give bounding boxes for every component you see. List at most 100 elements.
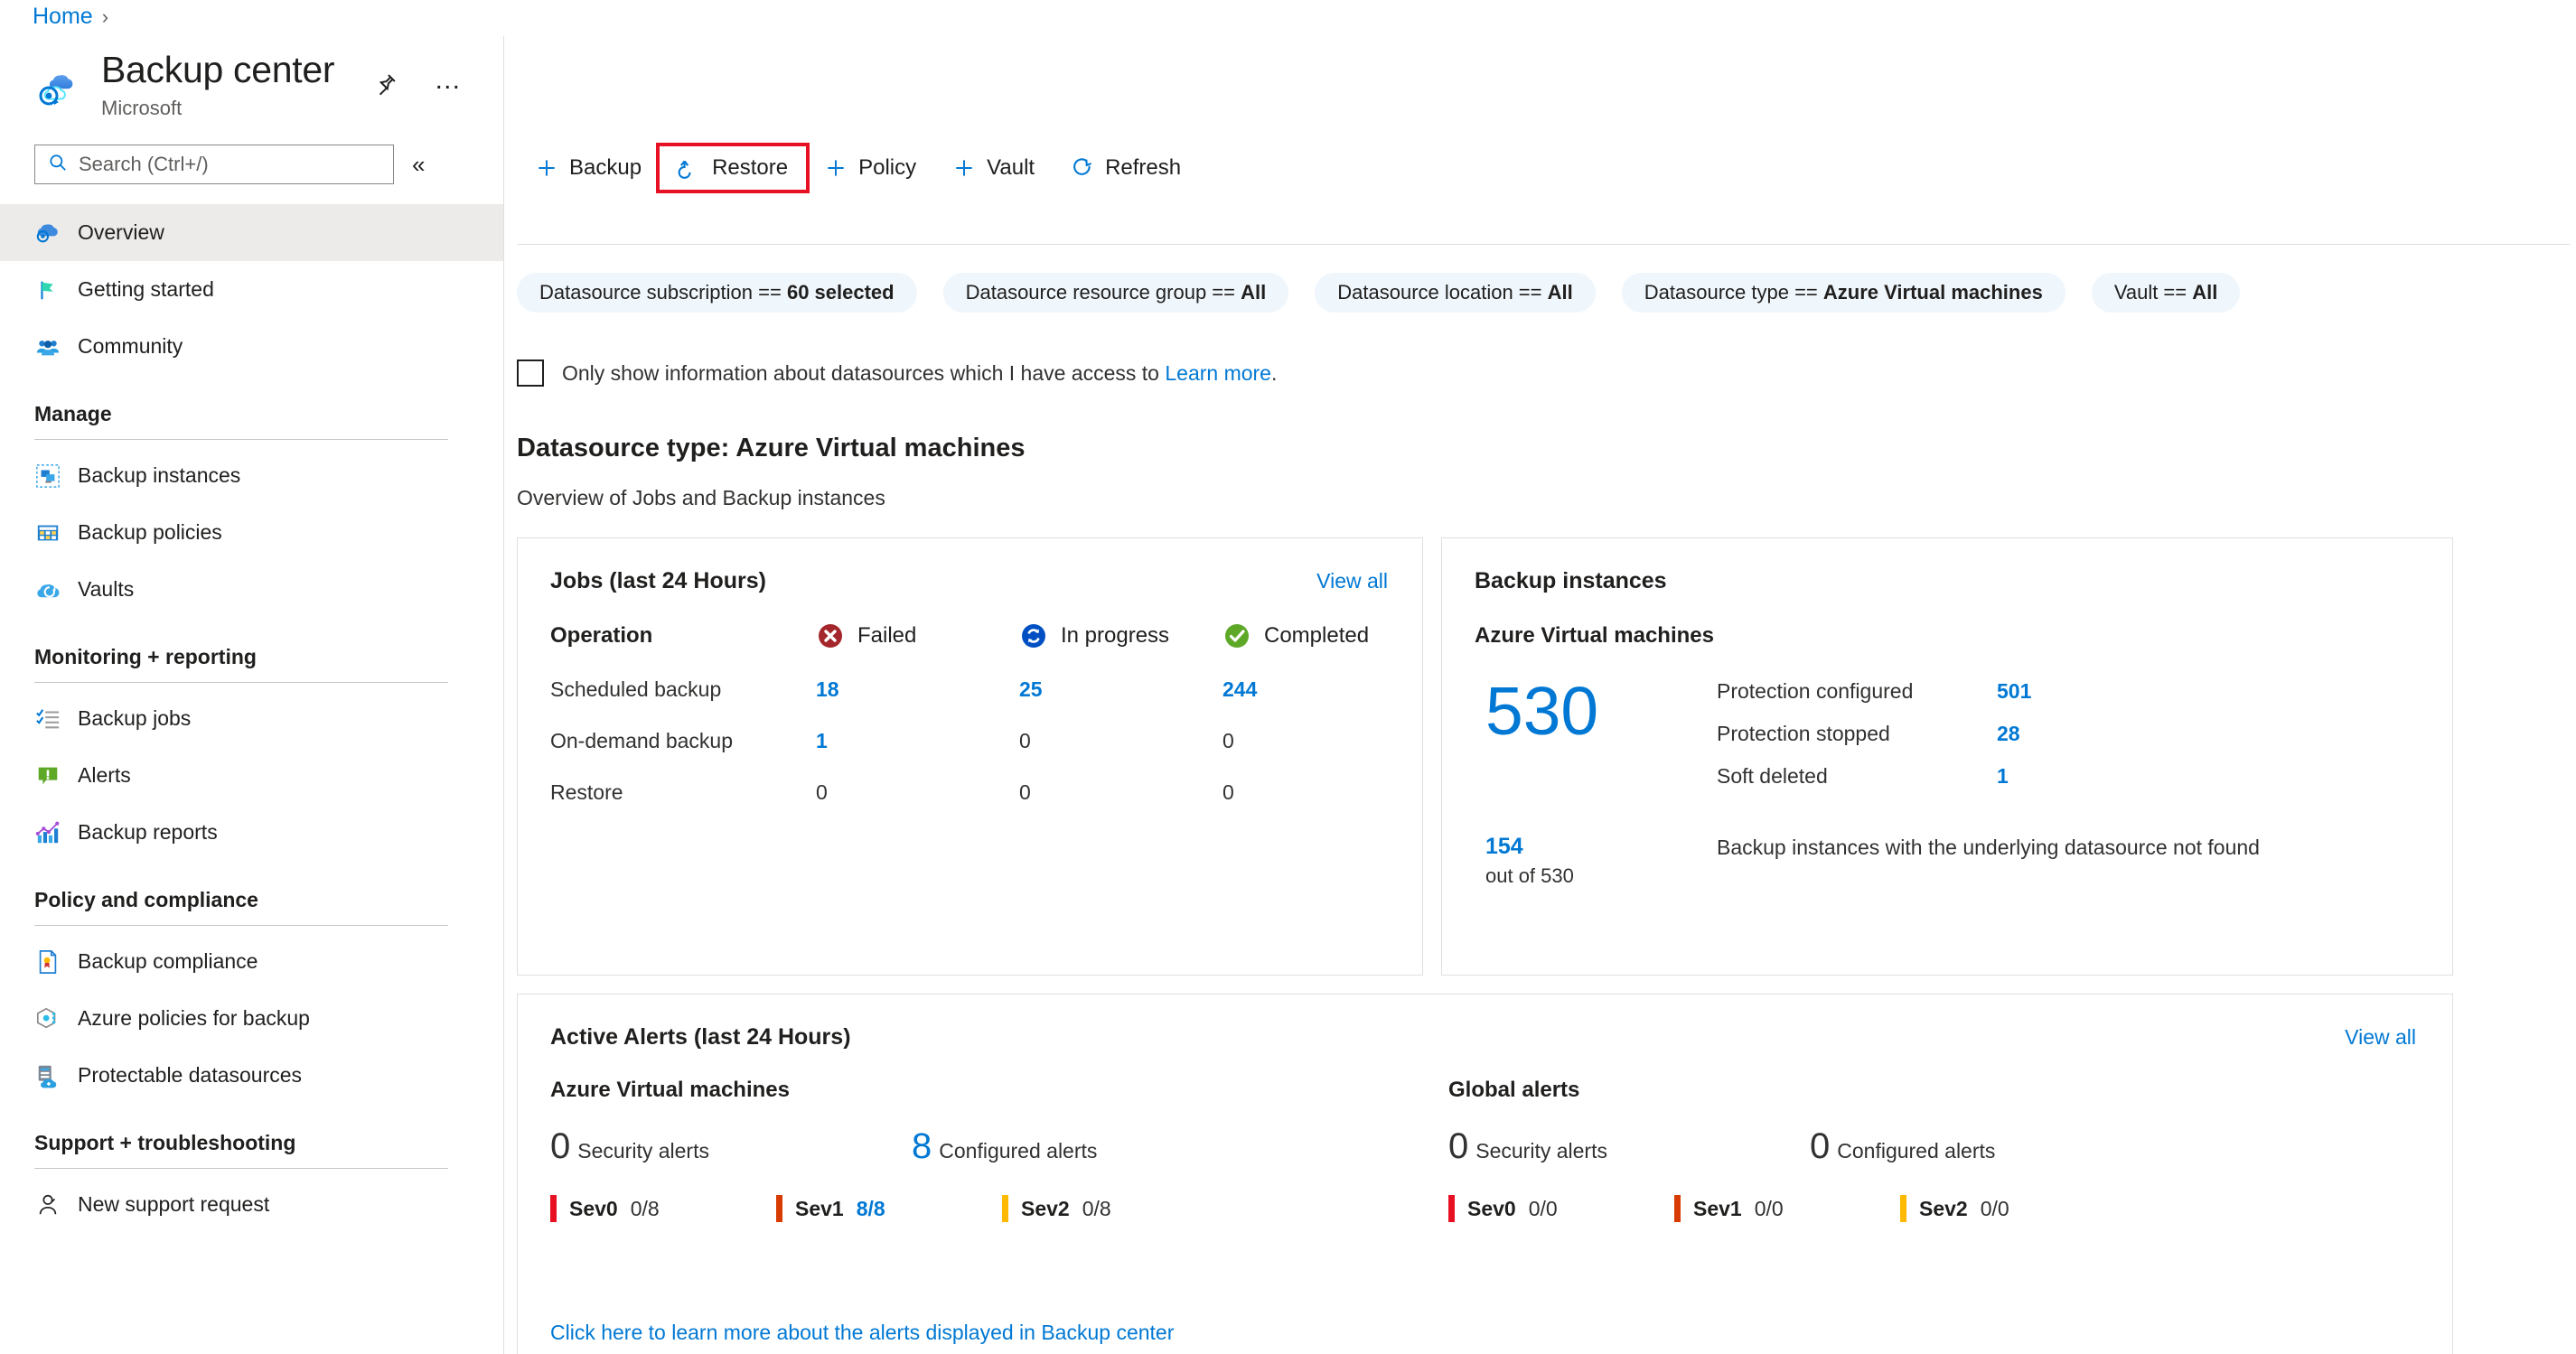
severity-sev0: Sev0 0/0: [1448, 1195, 1674, 1222]
sidebar-item-vaults[interactable]: Vaults: [0, 561, 503, 618]
sidebar-item-new-support-request[interactable]: New support request: [0, 1176, 503, 1233]
jobs-col-in-progress: In progress: [1019, 621, 1222, 650]
alerts-view-all-link[interactable]: View all: [2345, 1025, 2416, 1050]
sidebar-item-backup-jobs[interactable]: Backup jobs: [0, 690, 503, 747]
severity-sev0: Sev0 0/8: [550, 1195, 776, 1222]
command-label: Vault: [987, 155, 1035, 180]
filter-datasource-subscription[interactable]: Datasource subscription == 60 selected: [517, 273, 917, 313]
alert-count-value[interactable]: 8: [912, 1128, 932, 1164]
severity-color-bar: [550, 1195, 557, 1222]
metric-value[interactable]: 501: [1997, 679, 2031, 704]
filter-value: Azure Virtual machines: [1822, 281, 2043, 303]
active-alerts-card: Active Alerts (last 24 Hours) View all A…: [517, 994, 2453, 1354]
metric-value[interactable]: 1: [1997, 764, 2009, 789]
sidebar-item-label: Backup compliance: [78, 949, 258, 973]
page-title-row: Backup center Microsoft …: [34, 49, 461, 120]
sidebar-item-label: New support request: [78, 1192, 270, 1216]
alert-count-value: 0: [1810, 1126, 1831, 1166]
jobs-cell-in-progress[interactable]: 25: [1019, 650, 1222, 702]
sidebar-item-azure-policies-for-backup[interactable]: Azure policies for backup: [0, 990, 503, 1047]
severity-color-bar: [1002, 1195, 1008, 1222]
vault-button[interactable]: Vault: [934, 146, 1053, 190]
table-row: Scheduled backup 18 25 244: [518, 650, 1422, 702]
sidebar-item-label: Azure policies for backup: [78, 1006, 310, 1030]
sidebar-item-alerts[interactable]: Alerts: [0, 747, 503, 804]
jobs-cell-completed: 0: [1222, 780, 1234, 804]
sidebar-item-label: Backup reports: [78, 820, 218, 844]
sidebar-item-protectable-datasources[interactable]: Protectable datasources: [0, 1047, 503, 1104]
alerts-severities: Sev0 0/0 Sev1 0/0 Sev2 0/0: [1448, 1195, 2347, 1222]
backup-instances-total: 530: [1485, 673, 1599, 749]
jobs-col-label: Failed: [857, 623, 917, 648]
sidebar-item-backup-reports[interactable]: Backup reports: [0, 804, 503, 861]
command-label: Policy: [858, 155, 917, 180]
list-item: Soft deleted 1: [1717, 764, 2416, 789]
sidebar-group-support: Support + troubleshooting: [0, 1104, 503, 1169]
severity-count[interactable]: 8/8: [857, 1197, 885, 1221]
restore-button[interactable]: Restore: [656, 143, 810, 193]
backup-button[interactable]: Backup: [517, 146, 660, 190]
alert-count-configured: 8 Configured alerts: [912, 1128, 1273, 1164]
access-checkbox-text: Only show information about datasources …: [562, 360, 1166, 385]
divider: [34, 439, 448, 440]
people-icon: [34, 333, 61, 360]
refresh-button[interactable]: Refresh: [1053, 146, 1199, 190]
filter-key: Datasource resource group ==: [965, 281, 1235, 303]
severity-color-bar: [1674, 1195, 1681, 1222]
sidebar-item-getting-started[interactable]: Getting started: [0, 261, 503, 318]
sidebar-group-title: Support + troubleshooting: [34, 1131, 296, 1154]
backup-center-page: Home › Backup center Microsoft … Search …: [0, 0, 2576, 1354]
filter-key: Vault ==: [2113, 281, 2187, 303]
policy-button[interactable]: Policy: [806, 146, 934, 190]
metric-value[interactable]: 28: [1997, 722, 2020, 746]
more-options-icon[interactable]: …: [434, 67, 461, 94]
sidebar-item-label: Vaults: [78, 577, 135, 601]
sidebar-item-label: Backup jobs: [78, 706, 192, 730]
filter-datasource-type[interactable]: Datasource type == Azure Virtual machine…: [1621, 273, 2065, 313]
severity-name: Sev1: [1693, 1196, 1742, 1220]
search-input[interactable]: [79, 153, 380, 176]
alert-icon: [34, 762, 61, 789]
divider: [34, 682, 448, 683]
collapse-pane-icon[interactable]: «: [412, 151, 425, 179]
sidebar-item-overview[interactable]: Overview: [0, 204, 503, 261]
alert-count-value: 0: [550, 1126, 571, 1166]
jobs-row-operation: On-demand backup: [550, 729, 734, 752]
filter-value: All: [1241, 281, 1267, 303]
jobs-cell-failed: 0: [816, 780, 828, 804]
alert-count-label: Configured alerts: [939, 1139, 1098, 1163]
command-label: Refresh: [1105, 155, 1182, 180]
jobs-cell-failed[interactable]: 18: [816, 650, 1019, 702]
page-title: Backup center: [101, 49, 335, 90]
search-box[interactable]: [34, 145, 394, 184]
severity-count: 0/0: [1528, 1196, 1558, 1220]
severity-count: 0/0: [1980, 1196, 2009, 1220]
jobs-view-all-link[interactable]: View all: [1316, 569, 1388, 593]
sidebar-item-backup-compliance[interactable]: Backup compliance: [0, 933, 503, 990]
learn-more-link[interactable]: Learn more: [1165, 361, 1271, 385]
sidebar-group-policy-compliance: Policy and compliance: [0, 861, 503, 926]
jobs-cell-completed[interactable]: 244: [1222, 650, 1422, 702]
footer-count[interactable]: 154: [1485, 834, 1717, 860]
page-publisher: Microsoft: [101, 97, 183, 120]
alerts-column-title: Azure Virtual machines: [550, 1078, 790, 1102]
severity-name: Sev2: [1919, 1196, 1968, 1220]
jobs-cell-failed[interactable]: 1: [816, 702, 1019, 753]
protectable-datasource-icon: [34, 1062, 61, 1089]
toolbar-divider: [517, 244, 2570, 245]
filter-datasource-resource-group[interactable]: Datasource resource group == All: [942, 273, 1289, 313]
access-checkbox-suffix: .: [1270, 360, 1278, 385]
alerts-learn-more-link[interactable]: Click here to learn more about the alert…: [550, 1321, 1174, 1345]
pin-icon[interactable]: [370, 69, 401, 99]
filter-datasource-location[interactable]: Datasource location == All: [1315, 273, 1596, 313]
filter-vault[interactable]: Vault == All: [2091, 273, 2241, 313]
command-toolbar: Backup Restore Policy Vault Refresh: [517, 143, 1199, 193]
error-circle-icon: [816, 621, 845, 650]
access-checkbox[interactable]: [517, 360, 544, 387]
sidebar-item-backup-instances[interactable]: Backup instances: [0, 447, 503, 504]
sidebar-item-community[interactable]: Community: [0, 318, 503, 375]
jobs-card-title: Jobs (last 24 Hours): [550, 568, 766, 593]
command-label: Restore: [712, 155, 789, 180]
breadcrumb-home-link[interactable]: Home: [33, 4, 93, 30]
sidebar-item-backup-policies[interactable]: Backup policies: [0, 504, 503, 561]
